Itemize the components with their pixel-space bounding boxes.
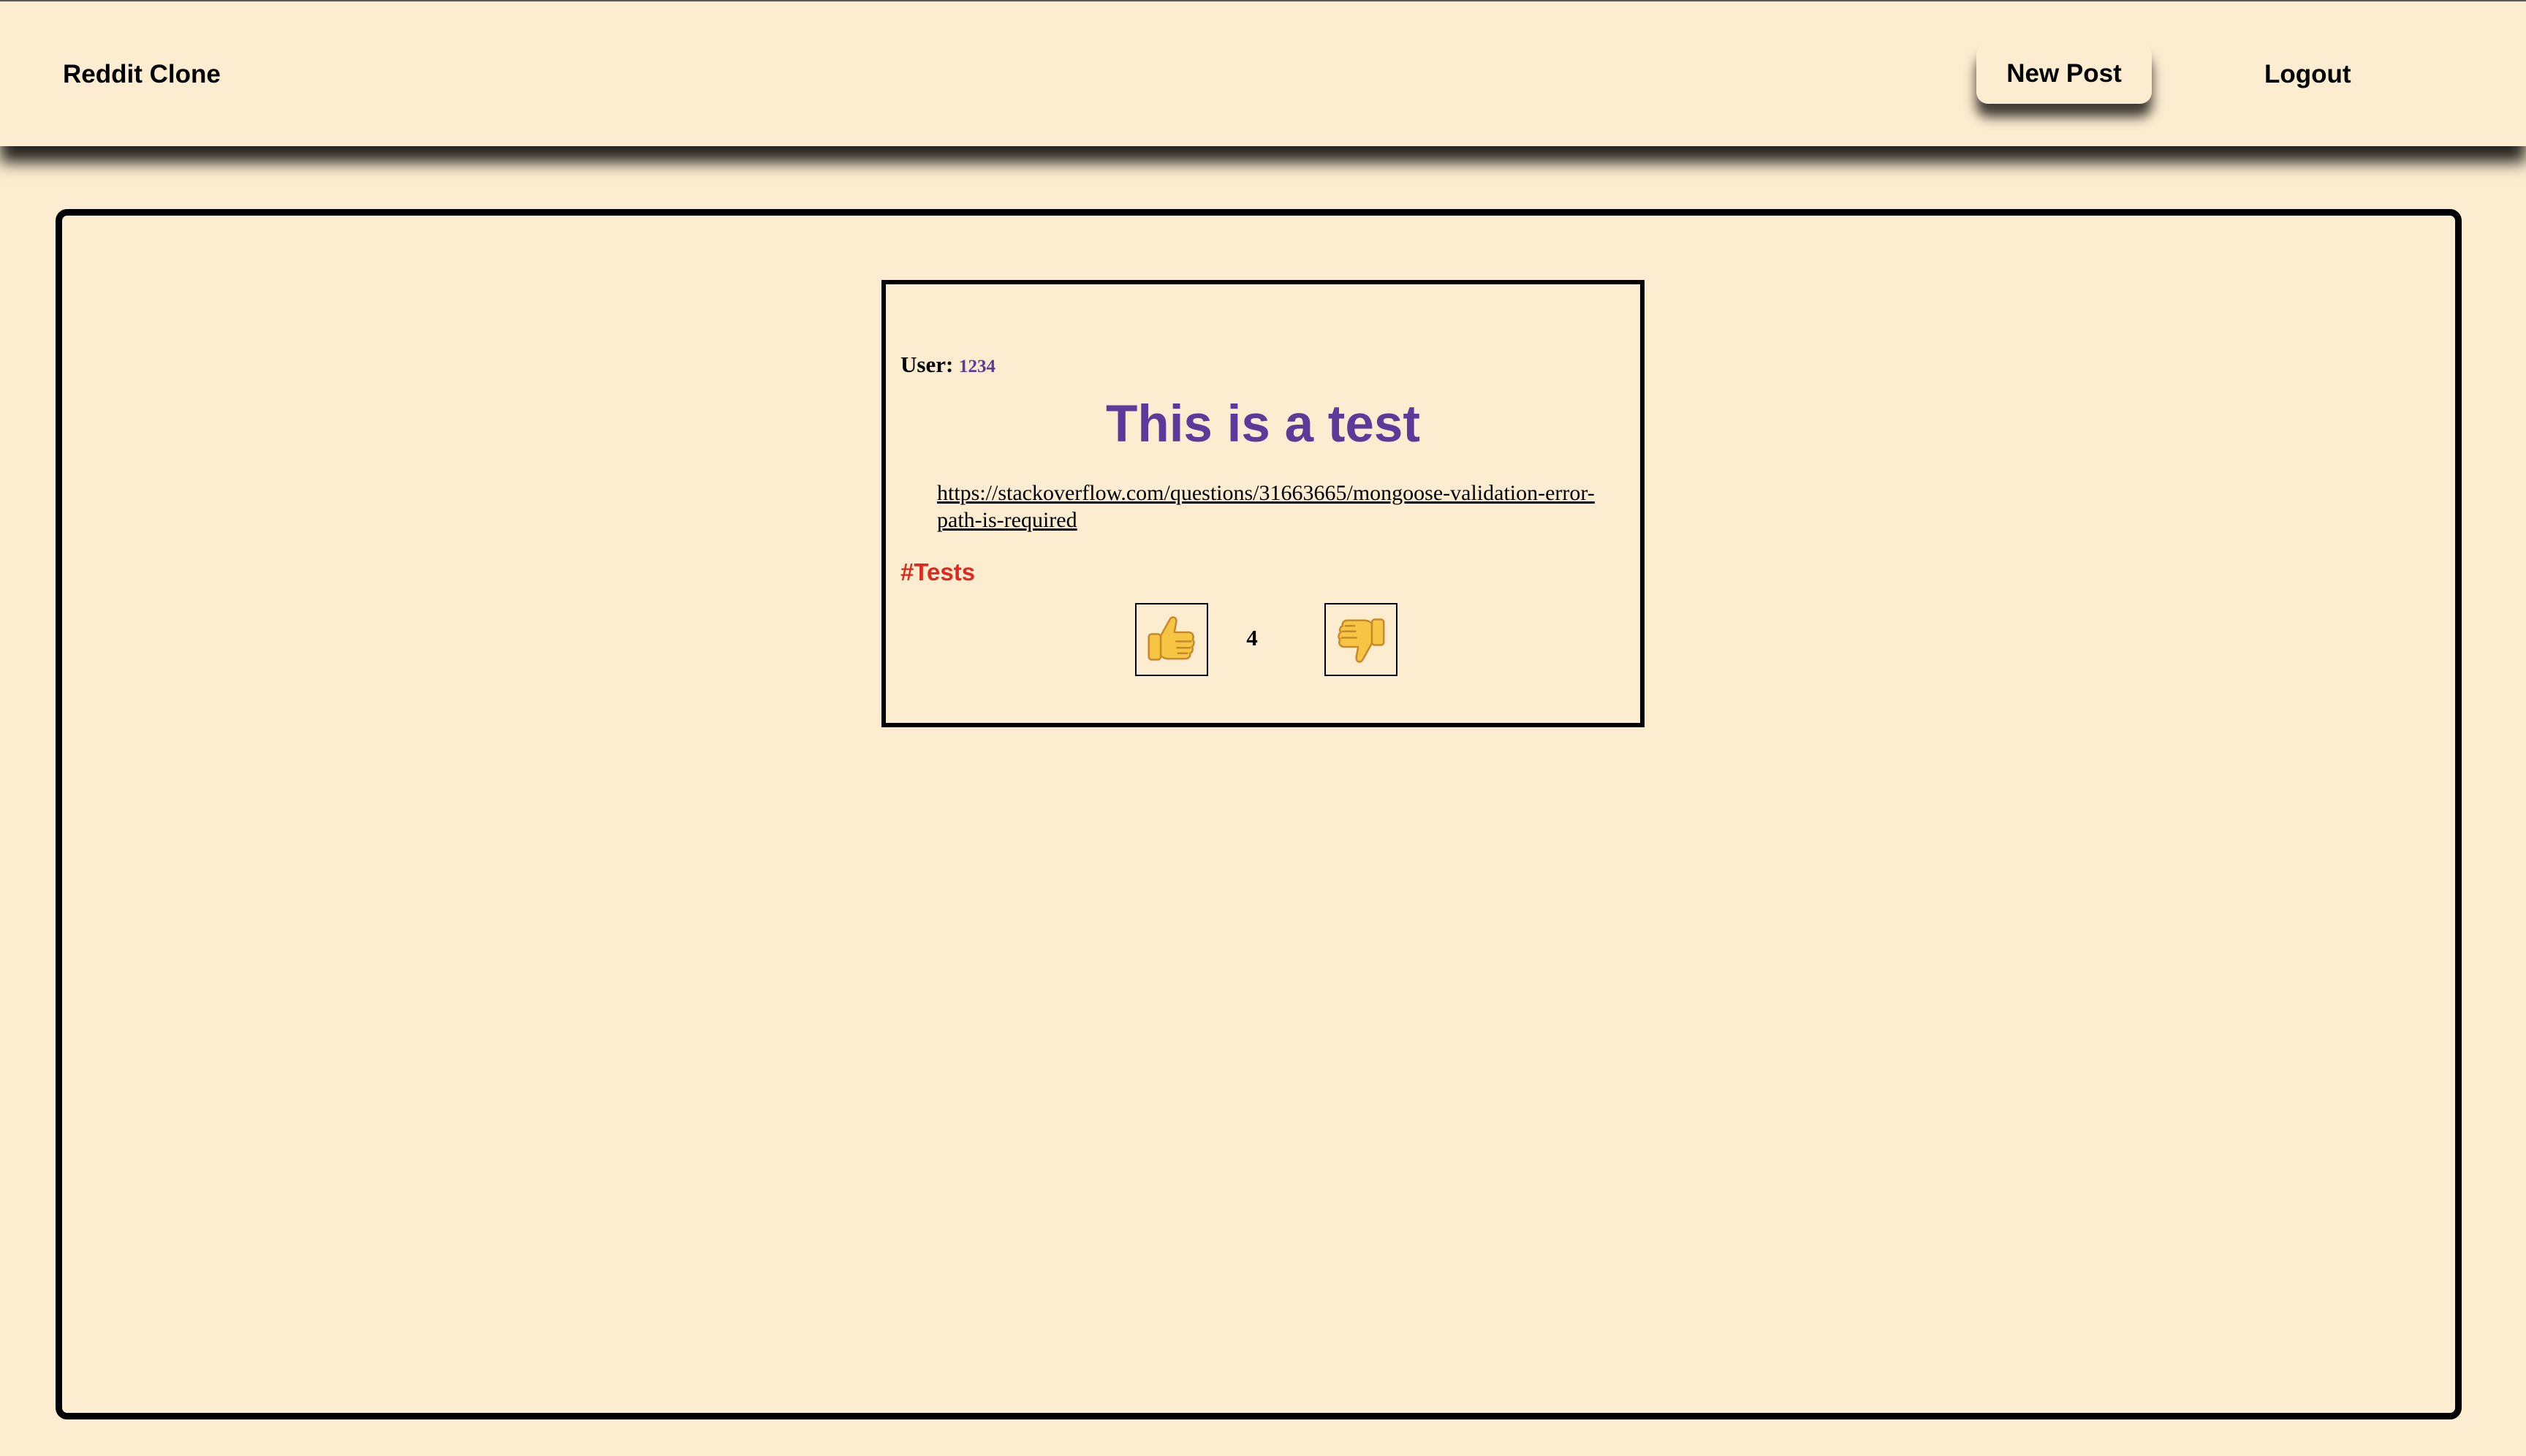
vote-count: 4 xyxy=(1246,625,1258,651)
thumbs-down-icon xyxy=(1338,618,1385,663)
new-post-button[interactable]: New Post xyxy=(1976,44,2152,104)
post-card: User: 1234 This is a test https://stacko… xyxy=(881,280,1645,727)
navbar: Reddit Clone New Post Logout xyxy=(0,1,2526,146)
post-author-label: User: xyxy=(900,352,954,377)
downvote-button[interactable] xyxy=(1324,603,1397,676)
thumbs-up-icon xyxy=(1148,616,1195,661)
upvote-button[interactable] xyxy=(1135,603,1208,676)
logout-link[interactable]: Logout xyxy=(2264,60,2351,89)
post-author: User: 1234 xyxy=(900,352,995,380)
post-author-name[interactable]: 1234 xyxy=(959,357,995,376)
post-tag[interactable]: #Tests xyxy=(900,558,975,587)
brand-logo[interactable]: Reddit Clone xyxy=(63,60,221,89)
post-title[interactable]: This is a test xyxy=(886,395,1640,454)
post-url-link[interactable]: https://stackoverflow.com/questions/3166… xyxy=(937,479,1595,534)
